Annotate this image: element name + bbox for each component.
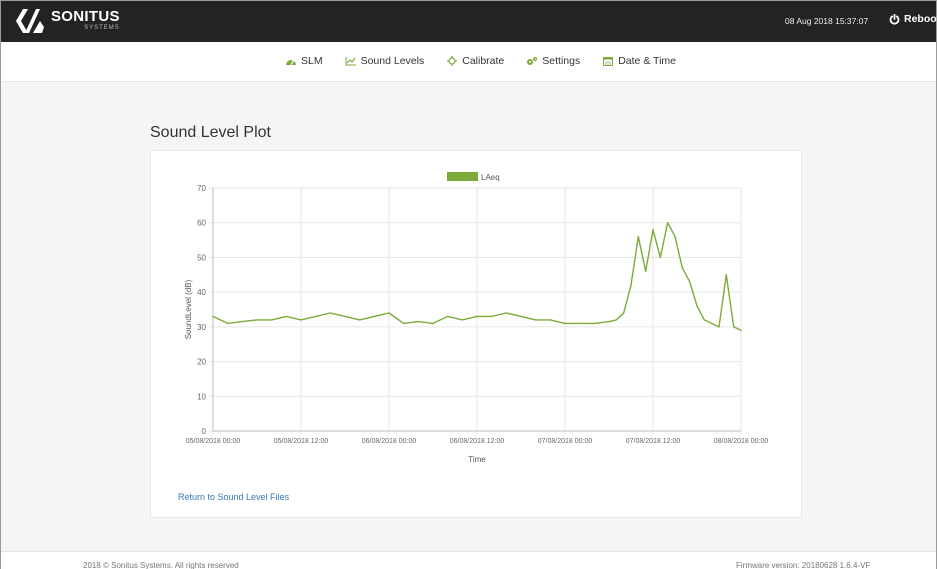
data-point bbox=[549, 319, 552, 321]
data-point bbox=[615, 319, 618, 321]
x-tick-label: 06/08/2018 00:00 bbox=[362, 438, 417, 445]
data-point bbox=[285, 315, 288, 318]
data-point bbox=[534, 319, 537, 321]
y-tick-label: 40 bbox=[197, 288, 206, 297]
data-point bbox=[490, 315, 493, 318]
data-point bbox=[725, 274, 728, 276]
data-point bbox=[373, 315, 376, 318]
data-point bbox=[432, 322, 434, 325]
y-tick-label: 30 bbox=[197, 323, 206, 332]
data-point bbox=[329, 312, 332, 314]
reboot-label: Reboot bbox=[904, 13, 937, 25]
nav-item-date-time[interactable]: Date & Time bbox=[602, 55, 676, 67]
data-point bbox=[666, 222, 669, 224]
footer: 2018 © Sonitus Systems. All rights reser… bbox=[1, 551, 936, 569]
data-point bbox=[608, 320, 610, 323]
x-tick-label: 08/08/2018 00:00 bbox=[714, 438, 769, 445]
y-axis-title: SoundLevel (dB) bbox=[184, 279, 193, 339]
calendar-icon bbox=[603, 57, 614, 66]
brand-logo[interactable]: SONITUS SYSTEMS bbox=[16, 9, 120, 33]
data-point bbox=[270, 319, 273, 321]
return-to-files-link[interactable]: Return to Sound Level Files bbox=[178, 492, 289, 502]
data-point bbox=[630, 284, 632, 286]
data-point bbox=[740, 329, 742, 332]
crosshair-icon bbox=[447, 56, 458, 66]
data-point bbox=[637, 235, 640, 238]
data-point bbox=[520, 315, 522, 318]
nav-item-sound-levels[interactable]: Sound Levels bbox=[345, 55, 425, 67]
legend-swatch bbox=[447, 172, 478, 181]
data-point bbox=[358, 319, 361, 321]
nav-label-date-time: Date & Time bbox=[618, 55, 676, 67]
x-axis-title: Time bbox=[468, 455, 486, 464]
data-point bbox=[703, 319, 706, 321]
data-point bbox=[402, 322, 405, 325]
data-point bbox=[652, 228, 654, 231]
brand-name: SONITUS bbox=[51, 8, 120, 25]
data-point bbox=[622, 312, 625, 314]
data-point bbox=[212, 315, 214, 318]
data-point bbox=[681, 267, 684, 269]
legend-label: LAeq bbox=[481, 173, 500, 182]
y-tick-label: 10 bbox=[197, 392, 206, 401]
data-point bbox=[461, 319, 464, 321]
page-title: Sound Level Plot bbox=[150, 124, 271, 141]
data-point bbox=[644, 270, 647, 273]
data-point bbox=[300, 319, 302, 321]
sound-level-chart: 0 10 20 30 40 50 60 70 05/08/2018 00:00 05/08/201… bbox=[184, 172, 769, 464]
data-point bbox=[688, 281, 691, 283]
data-point bbox=[674, 235, 676, 238]
nav-item-slm[interactable]: SLM bbox=[285, 55, 323, 67]
line-chart-icon bbox=[345, 57, 356, 66]
y-tick-label: 20 bbox=[197, 358, 206, 367]
nav-item-calibrate[interactable]: Calibrate bbox=[446, 55, 504, 67]
data-point bbox=[710, 322, 713, 325]
x-tick-label: 05/08/2018 12:00 bbox=[274, 438, 329, 445]
data-point bbox=[505, 312, 508, 314]
logo-icon bbox=[16, 9, 44, 33]
data-point bbox=[732, 326, 735, 328]
cogs-icon bbox=[527, 57, 538, 65]
nav-label-settings: Settings bbox=[542, 55, 581, 67]
main-nav: SLM Sound Levels Calibrate Settings Date… bbox=[1, 42, 936, 82]
data-point bbox=[256, 319, 258, 321]
data-point bbox=[696, 305, 698, 307]
data-point bbox=[314, 315, 317, 318]
data-point bbox=[659, 256, 662, 259]
power-icon bbox=[889, 13, 900, 24]
data-point bbox=[593, 322, 596, 325]
data-point bbox=[388, 312, 390, 314]
nav-item-settings[interactable]: Settings bbox=[526, 55, 580, 67]
nav-label-slm: SLM bbox=[301, 55, 323, 67]
data-point bbox=[564, 322, 566, 325]
data-point bbox=[446, 315, 449, 318]
x-tick-label: 07/08/2018 12:00 bbox=[626, 438, 681, 445]
data-point bbox=[718, 326, 720, 328]
x-tick-label: 06/08/2018 12:00 bbox=[450, 438, 505, 445]
data-point bbox=[578, 322, 581, 325]
copyright-text: 2018 © Sonitus Systems. All rights reser… bbox=[83, 561, 239, 569]
brand-subtitle: SYSTEMS bbox=[84, 25, 120, 31]
nav-label-calibrate: Calibrate bbox=[462, 55, 505, 67]
reboot-button[interactable]: Reboot bbox=[889, 13, 937, 25]
data-point bbox=[417, 320, 420, 323]
data-point bbox=[241, 320, 244, 323]
x-tick-label: 05/08/2018 00:00 bbox=[186, 438, 241, 445]
data-point bbox=[344, 315, 346, 318]
x-tick-label: 07/08/2018 00:00 bbox=[538, 438, 593, 445]
y-tick-label: 0 bbox=[202, 427, 207, 436]
current-datetime: 08 Aug 2018 15:37:07 bbox=[785, 16, 869, 26]
data-point bbox=[476, 315, 478, 318]
top-bar: SONITUS SYSTEMS 08 Aug 2018 15:37:07 Reb… bbox=[1, 1, 937, 42]
y-tick-label: 50 bbox=[197, 253, 206, 262]
firmware-version: Firmware version: 20180628 1.6.4-VF bbox=[736, 561, 871, 569]
dashboard-icon bbox=[286, 60, 296, 66]
y-tick-label: 60 bbox=[197, 219, 206, 228]
y-tick-label: 70 bbox=[197, 184, 206, 193]
nav-label-sound-levels: Sound Levels bbox=[360, 55, 425, 67]
chart-panel: 0 10 20 30 40 50 60 70 05/08/2018 00:00 05/08/201… bbox=[150, 150, 802, 518]
data-point bbox=[226, 322, 229, 325]
